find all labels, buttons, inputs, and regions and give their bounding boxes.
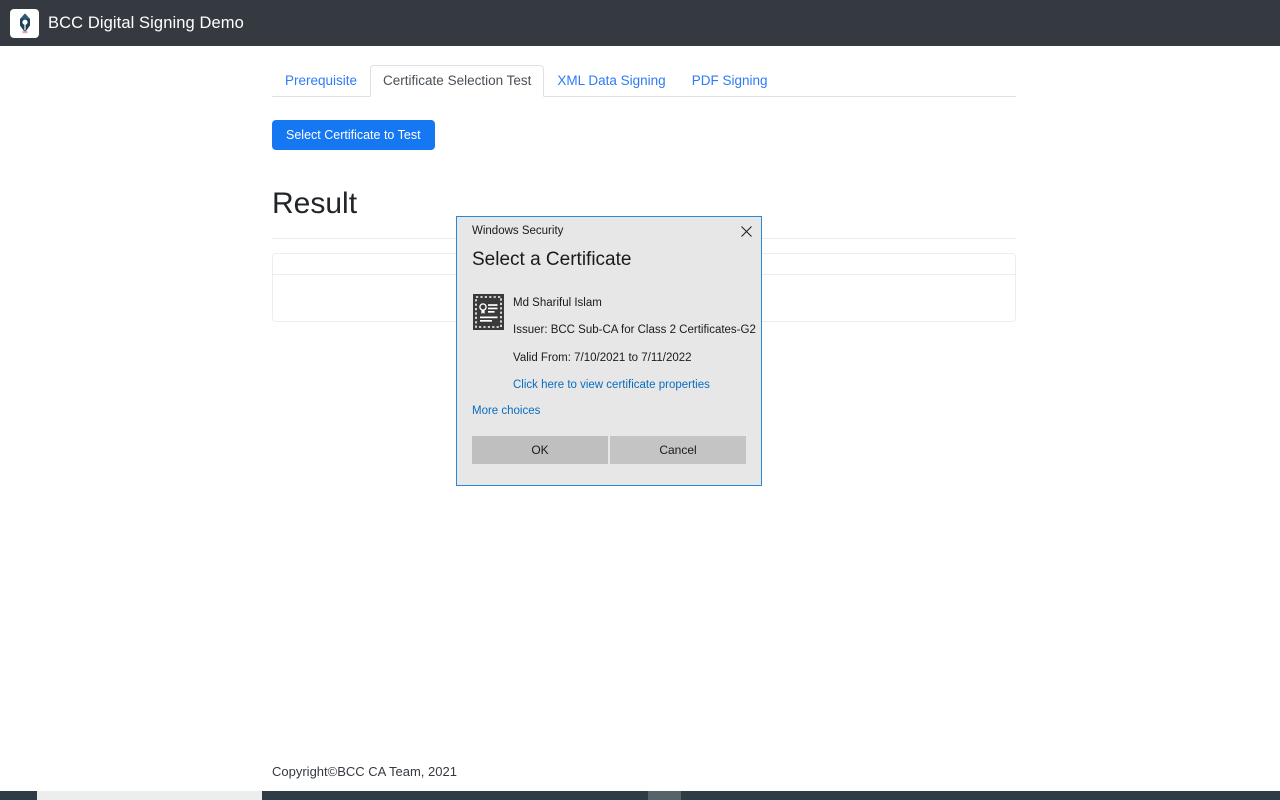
certificate-entry[interactable]: Md Shariful Islam Issuer: BCC Sub-CA for…	[457, 293, 761, 394]
tab-xml-data-signing[interactable]: XML Data Signing	[544, 65, 678, 98]
brand-title: BCC Digital Signing Demo	[48, 13, 244, 32]
certificate-icon	[473, 293, 504, 330]
footer-copyright: Copyright©BCC CA Team, 2021	[272, 764, 457, 779]
certificate-subject: Md Shariful Islam	[513, 296, 602, 309]
ok-button[interactable]: OK	[472, 436, 608, 464]
tab-bar: Prerequisite Certificate Selection Test …	[272, 64, 1016, 98]
certificate-issuer: Issuer: BCC Sub-CA for Class 2 Certifica…	[513, 324, 756, 337]
dialog-button-row: OK Cancel	[472, 436, 746, 464]
page-title: Result	[272, 187, 358, 220]
top-navbar: BCC Digital Signing Demo	[0, 0, 1280, 46]
certificate-details: Md Shariful Islam Issuer: BCC Sub-CA for…	[472, 294, 761, 394]
dialog-heading: Select a Certificate	[472, 249, 632, 270]
brand-logo[interactable]	[10, 8, 39, 38]
tab-pdf-signing[interactable]: PDF Signing	[679, 65, 781, 98]
tab-certificate-selection-test[interactable]: Certificate Selection Test	[370, 64, 545, 97]
close-icon-glyph	[740, 226, 752, 237]
select-certificate-button[interactable]: Select Certificate to Test	[272, 120, 435, 150]
dialog-titlebar: Windows Security	[457, 217, 761, 246]
certificate-validity: Valid From: 7/10/2021 to 7/11/2022	[513, 351, 692, 364]
pen-nib-icon	[19, 13, 30, 34]
cancel-button[interactable]: Cancel	[610, 436, 746, 464]
more-choices-link[interactable]: More choices	[472, 405, 540, 418]
tab-prerequisite[interactable]: Prerequisite	[272, 65, 370, 98]
horizontal-scrollbar-thumb[interactable]	[37, 791, 262, 800]
dialog-title: Windows Security	[472, 224, 564, 237]
close-icon[interactable]	[731, 218, 761, 246]
horizontal-scrollbar-mark	[648, 791, 681, 800]
certificate-properties-link[interactable]: Click here to view certificate propertie…	[513, 364, 710, 392]
